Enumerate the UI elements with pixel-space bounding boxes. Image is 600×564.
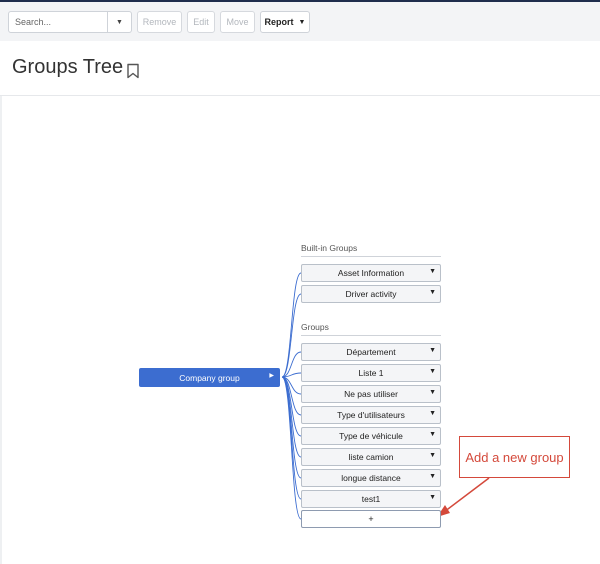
group-node-type-vehicule[interactable]: Type de véhicule ▼ (301, 427, 441, 445)
group-node-label: Ne pas utiliser (344, 389, 398, 399)
connector-asset-information (281, 272, 302, 378)
caret-down-icon[interactable]: ▼ (429, 410, 436, 417)
group-node-driver-activity[interactable]: Driver activity ▼ (301, 285, 441, 303)
group-node-type-utilisateurs[interactable]: Type d'utilisateurs ▼ (301, 406, 441, 424)
group-node-label: Driver activity (345, 289, 397, 299)
annotation-callout: Add a new group (459, 436, 570, 478)
group-node-label: Département (346, 347, 396, 357)
add-group-button[interactable]: + (301, 510, 441, 528)
groups-rule (301, 335, 441, 336)
connector-longue-distance (281, 376, 302, 479)
caret-down-icon[interactable]: ▼ (429, 389, 436, 396)
group-node-label: test1 (361, 494, 381, 504)
caret-down-icon[interactable]: ▼ (429, 431, 436, 438)
root-group-node[interactable]: Company group ▶ (139, 368, 280, 387)
group-node-label: Type de véhicule (339, 431, 403, 441)
caret-down-icon[interactable]: ▼ (429, 452, 436, 459)
builtin-groups-rule (301, 256, 441, 257)
group-node-asset-information[interactable]: Asset Information ▼ (301, 264, 441, 282)
group-node-label: Asset Information (337, 268, 405, 278)
group-node-liste-1[interactable]: Liste 1 ▼ (301, 364, 441, 382)
tree-connectors (281, 272, 490, 520)
group-node-label: Liste 1 (358, 368, 384, 378)
group-node-liste-camion[interactable]: liste camion ▼ (301, 448, 441, 466)
group-node-label: longue distance (341, 473, 401, 483)
annotation-arrow (437, 477, 490, 517)
caret-down-icon[interactable]: ▼ (429, 347, 436, 354)
group-node-label: Type d'utilisateurs (337, 410, 405, 420)
group-node-ne-pas-utiliser[interactable]: Ne pas utiliser ▼ (301, 385, 441, 403)
group-node-label: liste camion (348, 452, 394, 462)
caret-down-icon[interactable]: ▼ (429, 473, 436, 480)
caret-down-icon[interactable]: ▼ (429, 289, 436, 296)
caret-down-icon[interactable]: ▼ (429, 368, 436, 375)
connector-add (281, 376, 302, 520)
caret-down-icon[interactable]: ▼ (429, 268, 436, 275)
play-icon: ▶ (269, 373, 274, 379)
root-group-label: Company group (179, 372, 240, 383)
groups-heading: Groups (301, 322, 329, 332)
group-node-test1[interactable]: test1 ▼ (301, 490, 441, 508)
group-node-longue-distance[interactable]: longue distance ▼ (301, 469, 441, 487)
caret-down-icon[interactable]: ▼ (429, 494, 436, 501)
group-node-departement[interactable]: Département ▼ (301, 343, 441, 361)
builtin-groups-heading: Built-in Groups (301, 243, 358, 253)
